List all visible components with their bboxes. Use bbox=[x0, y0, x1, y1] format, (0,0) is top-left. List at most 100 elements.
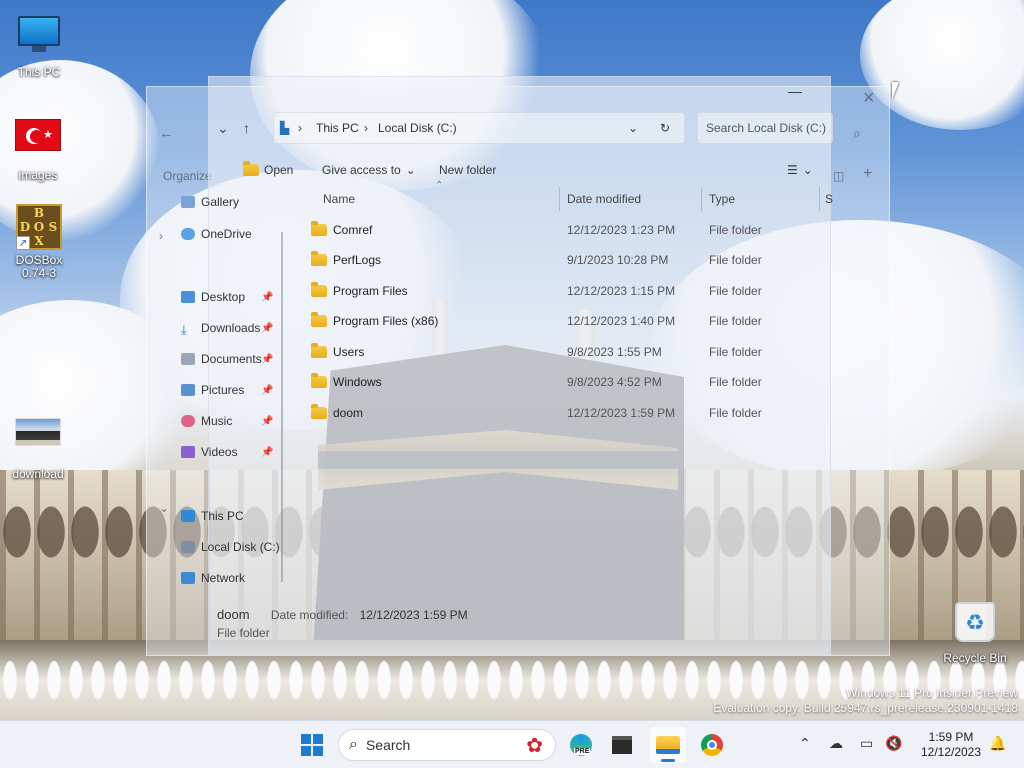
music-icon bbox=[181, 415, 195, 427]
view-list-icon: ☰ bbox=[787, 163, 798, 177]
pin-icon[interactable]: 📌 bbox=[261, 323, 273, 334]
search-icon[interactable]: ⌕ bbox=[853, 125, 861, 142]
breadcrumb-local-disk[interactable]: Local Disk (C:) bbox=[378, 121, 457, 135]
windows-watermark-line1: Windows 11 Pro Insider Preview bbox=[846, 686, 1018, 700]
start-button[interactable] bbox=[294, 727, 330, 763]
folder-icon bbox=[311, 404, 327, 419]
address-bar[interactable]: ▙ › This PC › Local Disk (C:) ⌄ ↻ bbox=[273, 112, 685, 144]
drive-icon bbox=[181, 541, 195, 553]
file-row[interactable]: doom 12/12/2023 1:59 PM File folder bbox=[309, 398, 829, 428]
file-explorer-icon bbox=[656, 736, 680, 754]
column-header-size[interactable]: S bbox=[825, 192, 833, 206]
desktop-icon-recycle-bin[interactable]: ♻ Recycle Bin bbox=[937, 598, 1013, 665]
view-options-button[interactable]: ☰ ⌄ bbox=[787, 163, 813, 177]
address-dropdown-icon[interactable]: ⌄ bbox=[628, 121, 638, 135]
this-pc-icon bbox=[181, 510, 195, 522]
sidebar-item-documents[interactable]: Documents 📌 bbox=[181, 352, 273, 366]
sidebar-item-videos[interactable]: Videos 📌 bbox=[181, 445, 273, 459]
onedrive-offline-icon[interactable]: ☁ bbox=[829, 735, 843, 752]
details-pane-icon[interactable]: ◫ bbox=[833, 169, 844, 183]
expand-chevron-icon[interactable]: ⌄ bbox=[159, 501, 169, 515]
add-icon[interactable]: + bbox=[863, 165, 872, 183]
breadcrumb-this-pc[interactable]: This PC bbox=[316, 121, 359, 135]
back-arrow-icon[interactable]: ← bbox=[159, 125, 174, 142]
taskbar-terminal[interactable] bbox=[604, 727, 640, 763]
recycle-bin-icon: ♻ bbox=[952, 602, 998, 648]
search-highlight-poinsettia-icon: ✿ bbox=[526, 734, 543, 757]
chrome-icon bbox=[701, 734, 723, 756]
sidebar-item-desktop[interactable]: Desktop 📌 bbox=[181, 290, 273, 304]
pin-icon[interactable]: 📌 bbox=[261, 385, 273, 396]
sidebar-item-this-pc[interactable]: This PC bbox=[181, 509, 244, 523]
search-icon: ⌕ bbox=[349, 736, 358, 753]
display-icon[interactable]: ▭ bbox=[860, 735, 873, 752]
windows-watermark-line2: Evaluation copy. Build 25947.rs_prerelea… bbox=[713, 701, 1018, 715]
volume-muted-icon[interactable]: 🔇 bbox=[885, 735, 902, 752]
refresh-icon[interactable]: ↻ bbox=[660, 121, 670, 135]
taskbar-file-explorer[interactable] bbox=[650, 727, 686, 763]
folder-icon bbox=[311, 282, 327, 297]
up-arrow-icon[interactable]: ↑ bbox=[243, 120, 250, 136]
details-name: doom bbox=[217, 607, 250, 622]
open-button[interactable]: Open bbox=[243, 161, 293, 177]
desktop-icon-label: DOSBox 0.74-3 bbox=[15, 253, 63, 280]
pin-icon[interactable]: 📌 bbox=[261, 447, 273, 458]
new-folder-button[interactable]: New folder bbox=[439, 163, 496, 177]
shortcut-arrow-icon: ↗ bbox=[16, 236, 30, 250]
sidebar-item-local-disk[interactable]: Local Disk (C:) bbox=[181, 540, 280, 554]
sidebar-scrollbar[interactable] bbox=[281, 232, 283, 582]
sidebar-item-onedrive[interactable]: OneDrive bbox=[181, 227, 252, 241]
turkey-flag-icon: ★ bbox=[15, 119, 61, 165]
show-hidden-icons-chevron-icon[interactable]: ⌃ bbox=[799, 735, 811, 752]
desktop-icon-label: download bbox=[12, 467, 64, 481]
column-header-date-modified[interactable]: Date modified bbox=[567, 192, 641, 206]
onedrive-icon bbox=[181, 228, 195, 240]
clock[interactable]: 1:59 PM 12/12/2023 bbox=[918, 730, 984, 760]
desktop-icon-label: This PC bbox=[17, 65, 61, 79]
desktop-icon-dosbox[interactable]: B DOS X ↗ DOSBox 0.74-3 bbox=[1, 204, 77, 280]
file-row[interactable]: Windows 9/8/2023 4:52 PM File folder bbox=[309, 367, 829, 397]
breadcrumb-separator: › bbox=[298, 121, 302, 135]
file-explorer-window[interactable]: — ⌄ ↑ ▙ › This PC › Local Disk (C:) ⌄ ↻ … bbox=[181, 76, 833, 656]
file-row[interactable]: Users 9/8/2023 1:55 PM File folder bbox=[309, 337, 829, 367]
taskbar-chrome[interactable] bbox=[694, 727, 730, 763]
videos-icon bbox=[181, 446, 195, 458]
gallery-icon bbox=[181, 196, 195, 208]
folder-icon bbox=[311, 343, 327, 358]
desktop-icon-download[interactable]: download bbox=[0, 408, 76, 481]
close-button[interactable]: × bbox=[863, 87, 875, 110]
sidebar-item-pictures[interactable]: Pictures 📌 bbox=[181, 383, 273, 397]
file-row[interactable]: Program Files 12/12/2023 1:15 PM File fo… bbox=[309, 276, 829, 306]
sidebar-item-music[interactable]: Music 📌 bbox=[181, 414, 273, 428]
pin-icon[interactable]: 📌 bbox=[261, 354, 273, 365]
folder-icon bbox=[311, 251, 327, 266]
search-input[interactable]: Search Local Disk (C:) bbox=[697, 112, 833, 144]
taskbar-edge-dev[interactable]: PRE bbox=[563, 727, 599, 763]
taskbar-search[interactable]: ⌕ Search ✿ bbox=[338, 729, 556, 761]
dosbox-icon: B DOS X ↗ bbox=[16, 204, 62, 250]
chevron-down-icon: ⌄ bbox=[405, 163, 416, 177]
folder-icon bbox=[311, 373, 327, 388]
expand-chevron-icon[interactable]: › bbox=[159, 229, 163, 243]
folder-open-icon bbox=[243, 161, 259, 176]
sidebar-item-network[interactable]: Network bbox=[181, 571, 245, 585]
sidebar-item-downloads[interactable]: ⤓ Downloads 📌 bbox=[181, 321, 273, 337]
recent-locations-chevron-icon[interactable]: ⌄ bbox=[217, 120, 229, 137]
give-access-button[interactable]: Give access to ⌄ bbox=[322, 163, 416, 177]
file-row[interactable]: Comref 12/12/2023 1:23 PM File folder bbox=[309, 215, 829, 245]
file-row[interactable]: PerfLogs 9/1/2023 10:28 PM File folder bbox=[309, 245, 829, 275]
sidebar-item-gallery[interactable]: Gallery bbox=[181, 195, 239, 209]
column-header-name[interactable]: Name bbox=[323, 192, 355, 206]
column-header-type[interactable]: Type bbox=[709, 192, 735, 206]
file-row[interactable]: Program Files (x86) 12/12/2023 1:40 PM F… bbox=[309, 306, 829, 336]
desktop-icon-this-pc[interactable]: This PC bbox=[1, 10, 77, 79]
pin-icon[interactable]: 📌 bbox=[261, 292, 273, 303]
notifications-bell-icon[interactable]: 🔔 bbox=[989, 735, 1006, 752]
clock-time: 1:59 PM bbox=[928, 730, 974, 744]
desktop-icon-images[interactable]: ★ images bbox=[0, 112, 76, 182]
sort-indicator-icon: ⌃ bbox=[435, 180, 444, 191]
minimize-button[interactable]: — bbox=[773, 77, 817, 105]
organize-menu[interactable]: Organize bbox=[163, 169, 212, 183]
terminal-icon bbox=[612, 736, 632, 754]
pin-icon[interactable]: 📌 bbox=[261, 416, 273, 427]
